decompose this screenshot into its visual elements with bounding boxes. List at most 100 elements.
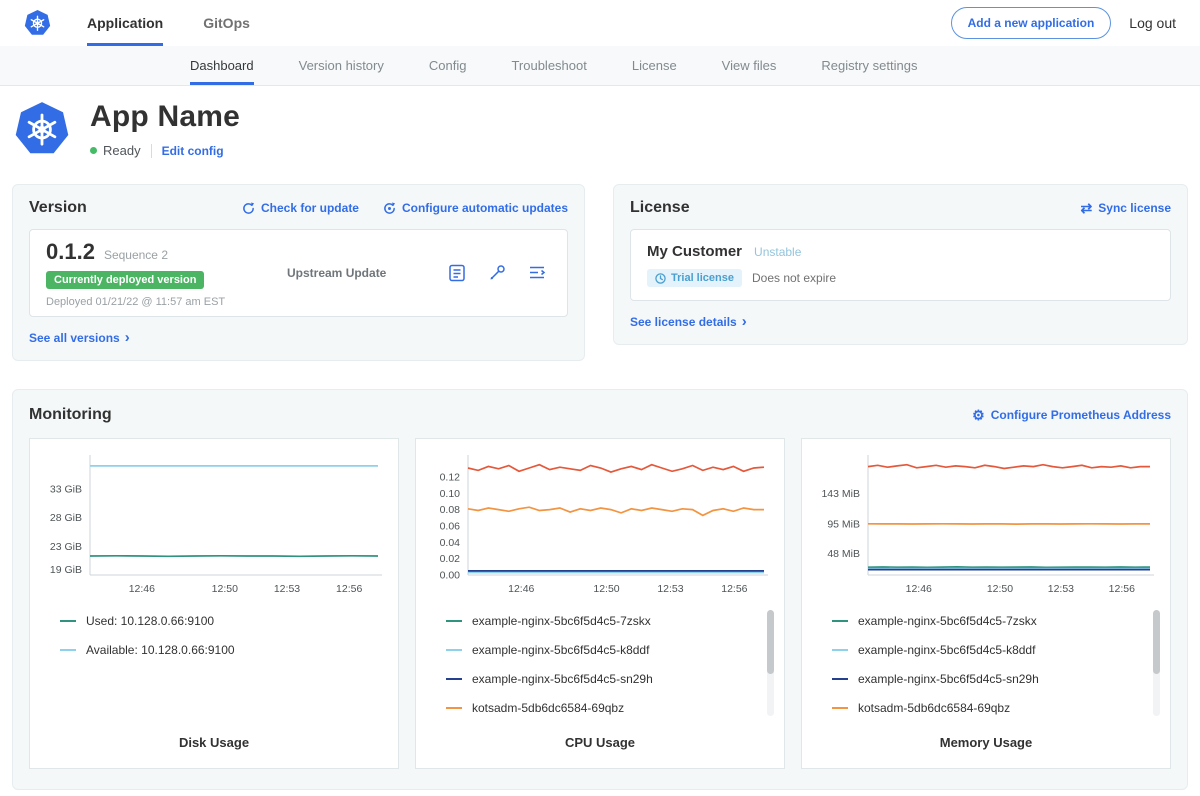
legend-label: Available: 10.128.0.66:9100 bbox=[86, 643, 235, 657]
topnav-right: Add a new application Log out bbox=[951, 0, 1176, 46]
version-number: 0.1.2 bbox=[46, 239, 95, 265]
sync-license-link[interactable]: ⇄ Sync license bbox=[1081, 201, 1171, 215]
auto-update-icon bbox=[383, 202, 396, 215]
version-card: Version Check for update Configure autom… bbox=[12, 184, 585, 361]
refresh-icon bbox=[242, 202, 255, 215]
legend-item: example-nginx-5bc6f5d4c5-k8ddf bbox=[832, 636, 1158, 665]
chart-title: Disk Usage bbox=[30, 735, 398, 750]
deployed-timestamp: Deployed 01/21/22 @ 11:57 am EST bbox=[46, 296, 251, 308]
legend-dash-icon bbox=[832, 620, 848, 622]
legend-dash-icon bbox=[446, 620, 462, 622]
legend-item: example-nginx-5bc6f5d4c5-7zskx bbox=[832, 607, 1158, 636]
topnav-tab-gitops[interactable]: GitOps bbox=[203, 0, 250, 46]
svg-text:19 GiB: 19 GiB bbox=[50, 563, 82, 575]
svg-text:28 GiB: 28 GiB bbox=[50, 512, 82, 524]
subnav-tab-config[interactable]: Config bbox=[429, 46, 467, 85]
legend-item: Used: 10.128.0.66:9100 bbox=[60, 607, 386, 636]
version-card-footer: See all versions › bbox=[29, 329, 568, 346]
subnav-tab-troubleshoot[interactable]: Troubleshoot bbox=[511, 46, 586, 85]
chart-line bbox=[468, 464, 764, 471]
license-channel: Unstable bbox=[754, 245, 801, 259]
divider bbox=[151, 144, 152, 158]
see-all-versions-link[interactable]: See all versions › bbox=[29, 331, 130, 346]
trial-license-badge: Trial license bbox=[647, 269, 742, 287]
license-expiry: Does not expire bbox=[752, 271, 836, 285]
legend-label: example-nginx-5bc6f5d4c5-sn29h bbox=[472, 672, 653, 686]
subnav-tab-license[interactable]: License bbox=[632, 46, 677, 85]
deploy-logs-icon[interactable] bbox=[527, 263, 547, 283]
version-action-icons bbox=[447, 263, 551, 283]
monitoring-card: Monitoring ⚙ Configure Prometheus Addres… bbox=[12, 389, 1188, 790]
legend-scrollbar[interactable] bbox=[767, 610, 774, 716]
legend-label: example-nginx-5bc6f5d4c5-7zskx bbox=[472, 614, 651, 628]
app-status-row: Ready Edit config bbox=[90, 143, 240, 158]
configure-prometheus-link[interactable]: ⚙ Configure Prometheus Address bbox=[972, 408, 1171, 422]
trial-license-label: Trial license bbox=[671, 272, 734, 284]
legend-dash-icon bbox=[446, 678, 462, 680]
sync-icon: ⇄ bbox=[1081, 201, 1093, 215]
legend-label: example-nginx-5bc6f5d4c5-k8ddf bbox=[858, 643, 1035, 657]
scrollbar-thumb[interactable] bbox=[767, 610, 774, 674]
legend-item: example-nginx-5bc6f5d4c5-7zskx bbox=[446, 607, 772, 636]
svg-text:12:56: 12:56 bbox=[721, 583, 747, 595]
svg-text:0.08: 0.08 bbox=[440, 504, 461, 516]
legend-dash-icon bbox=[832, 649, 848, 651]
cards-row: Version Check for update Configure autom… bbox=[0, 184, 1200, 361]
configure-automatic-updates-link[interactable]: Configure automatic updates bbox=[383, 201, 568, 215]
chart-title: Memory Usage bbox=[802, 735, 1170, 750]
svg-text:0.10: 0.10 bbox=[440, 487, 461, 499]
legend-label: Used: 10.128.0.66:9100 bbox=[86, 614, 214, 628]
license-card-title: License bbox=[630, 199, 690, 217]
app-subnav: Dashboard Version history Config Troublesho… bbox=[0, 46, 1200, 86]
see-all-versions-label: See all versions bbox=[29, 331, 120, 345]
configure-prometheus-label: Configure Prometheus Address bbox=[991, 408, 1171, 422]
legend-dash-icon bbox=[446, 649, 462, 651]
kubernetes-logo-icon[interactable] bbox=[24, 9, 51, 37]
check-for-update-link[interactable]: Check for update bbox=[242, 201, 359, 215]
svg-text:12:53: 12:53 bbox=[274, 583, 300, 595]
current-version-info: 0.1.2 Sequence 2 Currently deployed vers… bbox=[46, 239, 251, 308]
chart-line bbox=[868, 464, 1150, 468]
license-card-footer: See license details › bbox=[630, 313, 1171, 330]
page-title: App Name bbox=[90, 100, 240, 134]
svg-text:0.02: 0.02 bbox=[440, 553, 461, 565]
svg-text:0.06: 0.06 bbox=[440, 520, 461, 532]
clock-icon bbox=[655, 273, 666, 284]
subnav-tab-version-history[interactable]: Version history bbox=[299, 46, 384, 85]
legend-dash-icon bbox=[832, 707, 848, 709]
charts-row: 33 GiB28 GiB23 GiB19 GiB12:4612:5012:531… bbox=[29, 438, 1171, 769]
topnav-tab-application[interactable]: Application bbox=[87, 0, 163, 46]
legend-dash-icon bbox=[60, 620, 76, 622]
legend-scrollbar[interactable] bbox=[1153, 610, 1160, 716]
edit-config-link[interactable]: Edit config bbox=[162, 144, 224, 158]
svg-text:12:56: 12:56 bbox=[336, 583, 362, 595]
current-version-box: 0.1.2 Sequence 2 Currently deployed vers… bbox=[29, 229, 568, 317]
svg-text:95 MiB: 95 MiB bbox=[827, 518, 860, 530]
chart-legend: Used: 10.128.0.66:9100 Available: 10.128.… bbox=[60, 607, 386, 725]
svg-text:12:46: 12:46 bbox=[508, 583, 534, 595]
add-new-application-button[interactable]: Add a new application bbox=[951, 7, 1112, 39]
release-notes-icon[interactable] bbox=[447, 263, 467, 283]
legend-item: example-nginx-5bc6f5d4c5-sn29h bbox=[832, 665, 1158, 694]
logout-button[interactable]: Log out bbox=[1129, 15, 1176, 31]
customer-name: My Customer bbox=[647, 243, 742, 260]
check-for-update-label: Check for update bbox=[261, 201, 359, 215]
see-license-details-link[interactable]: See license details › bbox=[630, 315, 747, 330]
preflight-checks-icon[interactable] bbox=[487, 263, 507, 283]
chevron-right-icon: › bbox=[125, 330, 130, 345]
subnav-tab-dashboard[interactable]: Dashboard bbox=[190, 46, 254, 85]
subnav-tab-registry-settings[interactable]: Registry settings bbox=[821, 46, 917, 85]
legend-dash-icon bbox=[832, 678, 848, 680]
chart-line bbox=[468, 507, 764, 515]
chart-legend: example-nginx-5bc6f5d4c5-7zskx example-ng… bbox=[446, 607, 772, 725]
subnav-tab-view-files[interactable]: View files bbox=[722, 46, 777, 85]
monitoring-section: Monitoring ⚙ Configure Prometheus Addres… bbox=[12, 389, 1188, 790]
scrollbar-thumb[interactable] bbox=[1153, 610, 1160, 674]
legend-item: Available: 10.128.0.66:9100 bbox=[60, 636, 386, 665]
legend-item: kotsadm-5db6dc6584-69qbz bbox=[832, 694, 1158, 723]
version-card-header: Version Check for update Configure autom… bbox=[29, 199, 568, 217]
svg-text:12:53: 12:53 bbox=[1048, 583, 1074, 595]
version-sequence: Sequence 2 bbox=[104, 248, 168, 262]
svg-text:12:50: 12:50 bbox=[212, 583, 238, 595]
license-card-actions: ⇄ Sync license bbox=[1081, 201, 1171, 215]
